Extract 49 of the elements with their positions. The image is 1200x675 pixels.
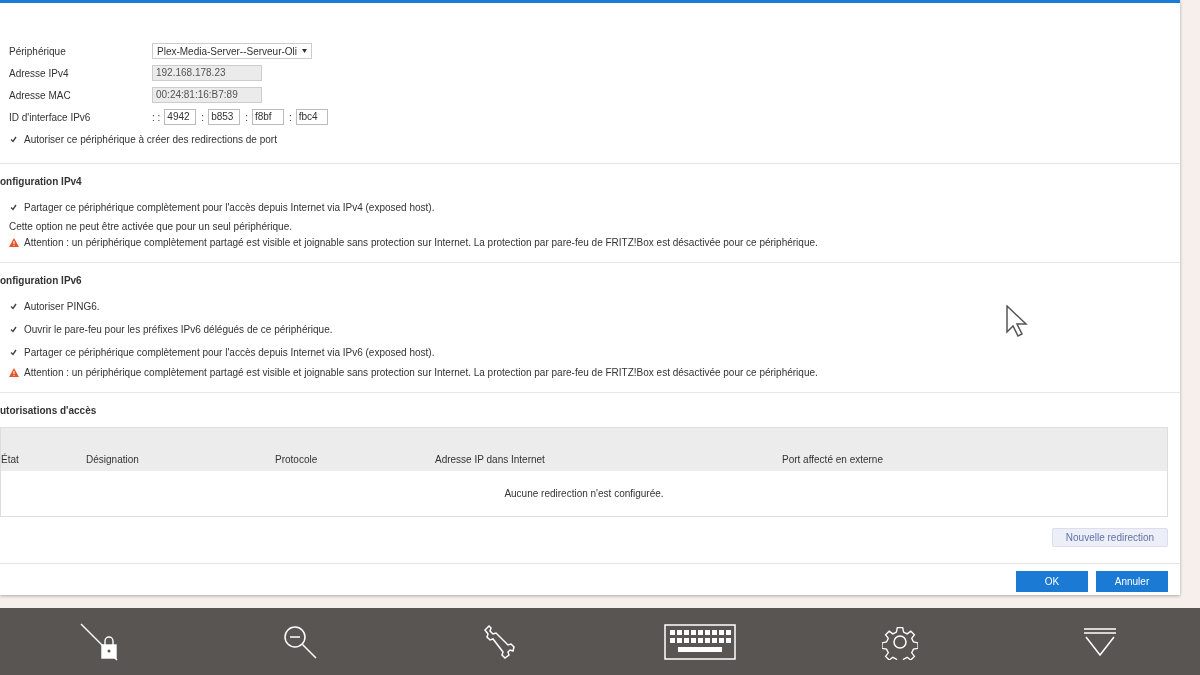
readonly-field: 192.168.178.23	[152, 65, 262, 81]
section-heading: utorisations d'accès	[0, 405, 98, 418]
keyboard-icon[interactable]	[664, 623, 736, 660]
dialog-button[interactable]: Annuler	[1096, 571, 1168, 592]
checkbox[interactable]	[9, 348, 18, 357]
checkbox[interactable]	[9, 203, 18, 212]
warning-text: Attention : un périphérique complètement partagé est visible et joignable sans protection sur Internet. La protection par pare-feu de FRITZ!Box est désactivée pour ce périphérique.	[24, 236, 818, 248]
separator-text: :	[201, 111, 205, 123]
section-heading: onfiguration IPv6	[0, 275, 83, 288]
input-field[interactable]: f8bf	[251, 109, 284, 125]
column-header: Désignation	[86, 454, 140, 465]
field-label: Adresse MAC	[9, 89, 72, 101]
warning-icon	[9, 367, 19, 377]
mouse-pointer-icon	[1006, 305, 1028, 337]
chevron-down-icon[interactable]	[1082, 626, 1118, 657]
warning-icon	[9, 237, 19, 247]
field-label: ID d'interface IPv6	[9, 111, 92, 123]
checkbox-label: Autoriser ce périphérique à créer des redirections de port	[24, 134, 277, 145]
separator-text: :	[245, 111, 248, 123]
wrench-icon[interactable]	[482, 623, 518, 660]
warning-text: Attention : un périphérique complètement partagé est visible et joignable sans protection sur Internet. La protection par pare-feu de FRITZ!Box est désactivée pour ce périphérique.	[24, 366, 818, 378]
section-heading: onfiguration IPv4	[0, 176, 83, 189]
input-field[interactable]: fbc4	[295, 109, 328, 125]
device-select[interactable]: Plex-Media-Server--Serveur-Oli	[152, 43, 312, 59]
input-field[interactable]: 4942	[164, 109, 197, 125]
column-header: État	[1, 454, 20, 465]
field-label: Périphérique	[9, 45, 67, 57]
checkbox[interactable]	[9, 135, 18, 144]
checkbox-label: Partager ce périphérique complètement pour l'accès depuis Internet via IPv6 (exposed host).	[24, 347, 435, 358]
checkbox-label: Ouvrir le pare-feu pour les préfixes IPv6 délégués de ce périphérique.	[24, 324, 333, 335]
checkbox-label: Partager ce périphérique complètement pour l'accès depuis Internet via IPv4 (exposed host).	[24, 202, 435, 213]
input-field[interactable]: b853	[208, 109, 241, 125]
note-text: Cette option ne peut être activée que pour un seul périphérique.	[8, 220, 293, 234]
readonly-field: 00:24:81:16:B7:89	[152, 87, 262, 103]
caret-icon	[302, 49, 307, 53]
checkbox-label: Autoriser PING6.	[24, 301, 100, 312]
separator-text: : :	[152, 111, 161, 123]
column-header: Protocole	[275, 454, 319, 465]
checkbox[interactable]	[9, 325, 18, 334]
zoom-out-icon[interactable]	[282, 623, 318, 660]
empty-message: Aucune redirection n'est configurée.	[504, 488, 664, 499]
checkbox[interactable]	[9, 302, 18, 311]
lock-off-icon[interactable]	[80, 622, 120, 661]
dialog-button[interactable]: OK	[1016, 571, 1088, 592]
column-header: Adresse IP dans Internet	[435, 454, 546, 465]
new-redirection-button[interactable]: Nouvelle redirection	[1052, 528, 1168, 547]
column-header: Port affecté en externe	[782, 454, 884, 465]
field-label: Adresse IPv4	[9, 67, 70, 79]
separator-text: :	[288, 111, 292, 123]
